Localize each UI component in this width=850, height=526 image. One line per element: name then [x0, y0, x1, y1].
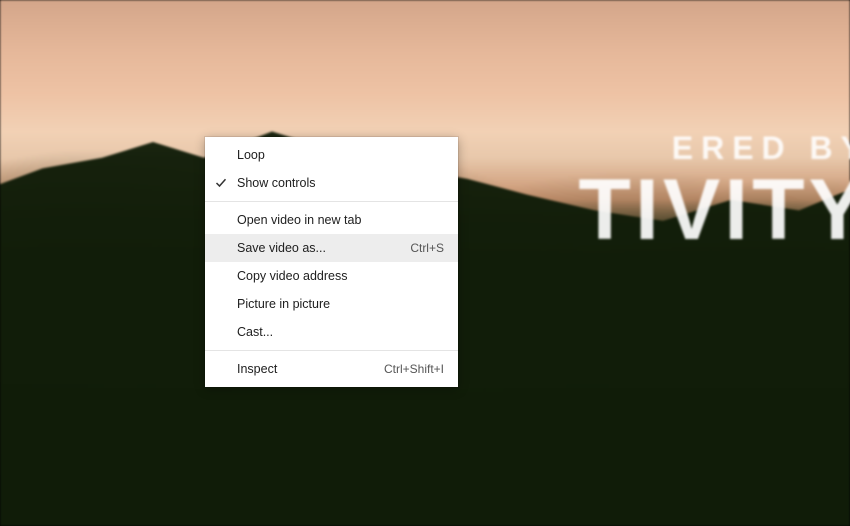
check-icon: [205, 177, 237, 189]
menu-label: Inspect: [237, 362, 372, 376]
menu-label: Show controls: [237, 176, 444, 190]
menu-item-save-as[interactable]: Save video as... Ctrl+S: [205, 234, 458, 262]
menu-item-show-controls[interactable]: Show controls: [205, 169, 458, 197]
menu-label: Picture in picture: [237, 297, 444, 311]
menu-label: Loop: [237, 148, 444, 162]
menu-item-open-new-tab[interactable]: Open video in new tab: [205, 206, 458, 234]
menu-label: Cast...: [237, 325, 444, 339]
menu-shortcut: Ctrl+Shift+I: [384, 362, 444, 376]
menu-label: Copy video address: [237, 269, 444, 283]
menu-item-copy-address[interactable]: Copy video address: [205, 262, 458, 290]
menu-shortcut: Ctrl+S: [410, 241, 444, 255]
menu-label: Save video as...: [237, 241, 398, 255]
menu-item-pip[interactable]: Picture in picture: [205, 290, 458, 318]
menu-item-loop[interactable]: Loop: [205, 141, 458, 169]
menu-label: Open video in new tab: [237, 213, 444, 227]
video-context-menu[interactable]: Loop Show controls Open video in new tab Sa…: [205, 137, 458, 387]
menu-item-inspect[interactable]: Inspect Ctrl+Shift+I: [205, 355, 458, 383]
menu-separator: [205, 201, 458, 202]
menu-separator: [205, 350, 458, 351]
menu-item-cast[interactable]: Cast...: [205, 318, 458, 346]
